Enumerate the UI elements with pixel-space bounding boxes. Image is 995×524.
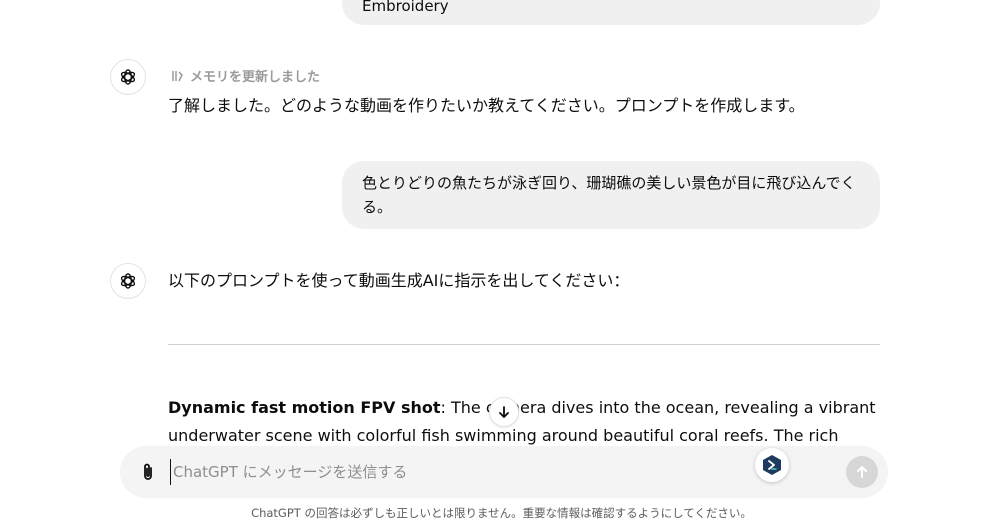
assistant-avatar	[110, 59, 146, 95]
memory-updated-label: メモリを更新しました	[190, 70, 321, 85]
arrow-up-icon	[857, 466, 867, 478]
memory-icon	[172, 70, 183, 81]
assistant-message-text: 了解しました。どのような動画を作りたいか教えてください。プロンプトを作成します。	[168, 96, 805, 115]
memory-updated-notice[interactable]: メモリを更新しました	[170, 66, 320, 85]
user-message-text: 色とりどりの魚たちが泳ぎ回り、珊瑚礁の美しい景色が目に飛び込んでくる。	[362, 174, 856, 216]
openai-logo-icon	[120, 69, 136, 85]
user-message-bubble: Embroidery	[342, 0, 880, 25]
user-message-text: Embroidery	[362, 0, 449, 15]
assistant-avatar	[110, 263, 146, 299]
footer-disclaimer: ChatGPT の回答は必ずしも正しいとは限りません。重要な情報は確認するように…	[251, 506, 752, 520]
openai-logo-icon	[120, 273, 136, 289]
scroll-to-bottom-button[interactable]	[489, 397, 519, 427]
message-composer	[120, 446, 888, 498]
assistant-message-intro: 以下のプロンプトを使って動画生成AIに指示を出してください：	[168, 271, 630, 290]
arrow-down-icon	[499, 406, 509, 418]
extension-logo-icon	[763, 455, 781, 475]
send-button[interactable]	[846, 456, 878, 488]
prompt-bold-lead: Dynamic fast motion FPV shot	[168, 398, 441, 417]
user-message-bubble: 色とりどりの魚たちが泳ぎ回り、珊瑚礁の美しい景色が目に飛び込んでくる。	[342, 161, 880, 229]
extension-button[interactable]	[755, 448, 789, 482]
paperclip-icon	[144, 463, 152, 480]
attach-file-button[interactable]	[136, 460, 160, 484]
horizontal-divider	[168, 344, 880, 345]
message-input[interactable]	[170, 459, 730, 485]
